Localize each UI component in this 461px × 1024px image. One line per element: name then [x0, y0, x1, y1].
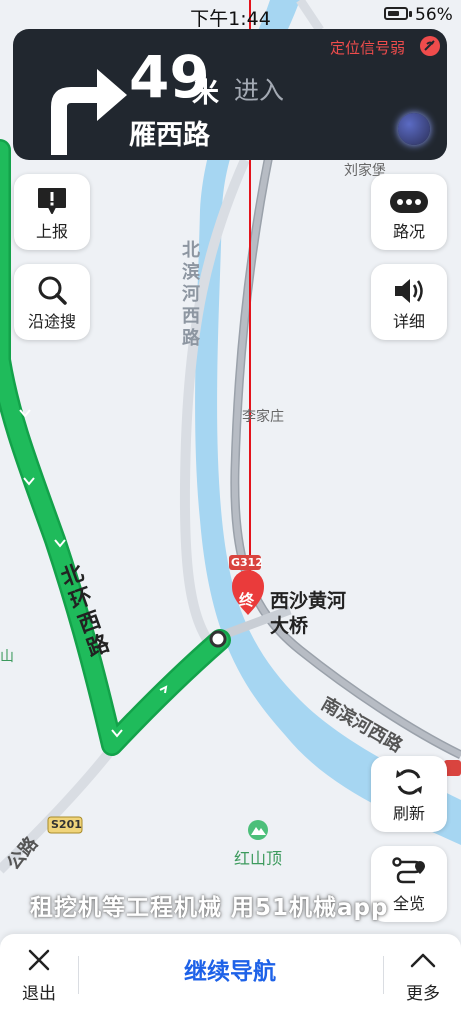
exit-label: 退出 [22, 984, 56, 1004]
exit-button[interactable]: 退出 [3, 942, 75, 1014]
battery-icon [384, 7, 408, 20]
more-label: 更多 [406, 984, 440, 1004]
close-icon [28, 949, 50, 971]
more-button[interactable]: 更多 [387, 942, 459, 1014]
gps-status: 定位信号弱 [330, 39, 406, 57]
speaker-icon [395, 279, 423, 303]
search-along-button[interactable]: 沿途搜 [14, 264, 90, 340]
destination-name: 西沙黄河大桥 [270, 590, 347, 637]
road-shield-g312: G312 [231, 556, 263, 569]
more-dots-icon [390, 191, 428, 213]
detail-label: 详细 [392, 312, 425, 331]
status-bar: 下午1:44 56% [0, 0, 461, 30]
battery-percent: 56% [415, 5, 453, 25]
gps-weak-icon [420, 36, 440, 56]
destination-marker-label: 终 [239, 591, 255, 609]
turn-right-arrow-icon [51, 69, 127, 155]
route-overview-icon [392, 857, 425, 884]
assistant-avatar-icon[interactable] [398, 113, 430, 145]
watermark-text: 租挖机等工程机械 用51机械app [30, 895, 389, 921]
search-along-label: 沿途搜 [27, 312, 76, 331]
report-label: 上报 [35, 222, 68, 241]
edge-place-label: 山 [0, 649, 14, 665]
place-label: 李家庄 [242, 409, 284, 425]
traffic-button[interactable]: 路况 [371, 174, 447, 250]
route-end-point [209, 630, 227, 648]
guidance-panel: 49 米 进入 雁西路 定位信号弱 [13, 29, 447, 160]
detail-button[interactable]: 详细 [371, 264, 447, 340]
refresh-icon [396, 769, 422, 795]
action-text: 进入 [234, 76, 285, 105]
search-icon [38, 276, 67, 305]
distance-unit: 米 [192, 78, 219, 109]
refresh-button[interactable]: 刷新 [371, 756, 447, 832]
road-label-north-binhe: 北滨河西路 [182, 240, 200, 349]
traffic-label: 路况 [392, 222, 425, 241]
chevron-up-icon [410, 953, 436, 968]
bottom-bar: 退出 继续导航 更多 [0, 934, 461, 1024]
refresh-label: 刷新 [392, 804, 425, 823]
report-icon [38, 188, 66, 214]
next-road-name: 雁西路 [129, 120, 210, 151]
place-label: 红山顶 [234, 849, 283, 868]
report-button[interactable]: 上报 [14, 174, 90, 250]
road-shield-s201: S201 [51, 818, 82, 831]
continue-navigation-button[interactable]: 继续导航 [80, 952, 380, 986]
